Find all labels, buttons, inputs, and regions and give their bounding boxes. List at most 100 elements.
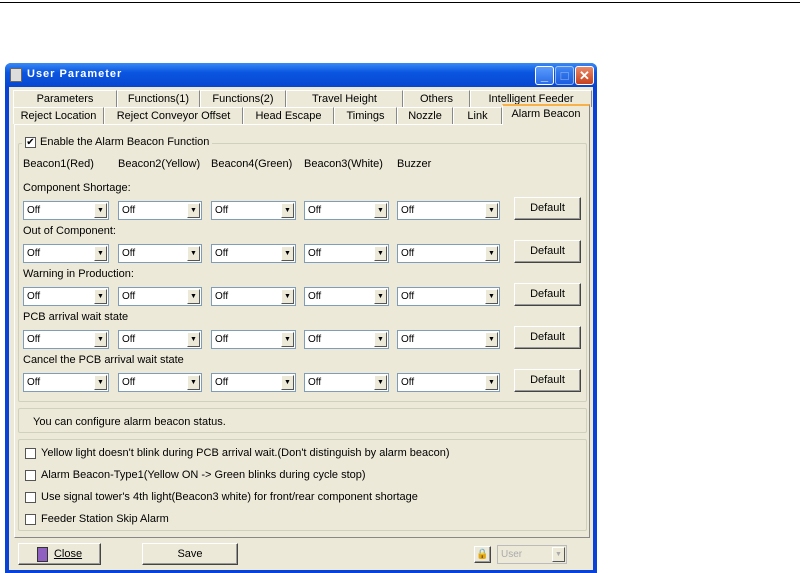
tab-row1[interactable]: Others — [403, 90, 470, 107]
beacon-select[interactable]: Off ▼ — [118, 201, 202, 220]
tab-row2[interactable]: Reject Location — [13, 107, 104, 124]
row-label: Component Shortage: — [23, 182, 131, 194]
default-button[interactable]: Default — [514, 326, 581, 349]
option-checkbox-row[interactable]: Yellow light doesn't blink during PCB ar… — [25, 447, 450, 459]
save-label: Save — [177, 548, 203, 560]
beacon-select[interactable]: Off ▼ — [397, 201, 500, 220]
tab-label: Link — [467, 110, 488, 122]
status-text: You can configure alarm beacon status. — [33, 416, 226, 428]
select-value: Off — [401, 205, 415, 216]
option-label: Use signal tower's 4th light(Beacon3 whi… — [41, 491, 418, 503]
option-checkbox-row[interactable]: Use signal tower's 4th light(Beacon3 whi… — [25, 491, 418, 503]
tab-row2-selected[interactable]: Alarm Beacon — [502, 104, 590, 125]
enable-checkbox[interactable]: ✔ — [25, 136, 36, 148]
enable-label: Enable the Alarm Beacon Function — [40, 136, 210, 148]
tab-row2[interactable]: Head Escape — [243, 107, 334, 124]
chevron-down-icon: ▼ — [281, 332, 294, 347]
chevron-down-icon: ▼ — [187, 246, 200, 261]
beacon-select[interactable]: Off ▼ — [304, 244, 389, 263]
chevron-down-icon: ▼ — [187, 332, 200, 347]
select-value: Off — [308, 205, 322, 216]
beacon-select[interactable]: Off ▼ — [211, 201, 296, 220]
select-value: Off — [308, 334, 322, 345]
beacon-select[interactable]: Off ▼ — [23, 330, 109, 349]
select-value: Off — [215, 291, 229, 302]
default-button[interactable]: Default — [514, 197, 581, 220]
tab-row1[interactable]: Travel Height — [286, 90, 403, 107]
tab-row2[interactable]: Link — [453, 107, 502, 124]
save-button[interactable]: Save — [142, 543, 238, 565]
chevron-down-icon: ▼ — [374, 203, 387, 218]
page-rule — [0, 2, 800, 3]
tab-row1[interactable]: Functions(2) — [200, 90, 286, 107]
default-button[interactable]: Default — [514, 369, 581, 392]
chevron-down-icon: ▼ — [374, 246, 387, 261]
close-button[interactable]: Close — [18, 543, 101, 565]
chevron-down-icon: ▼ — [485, 246, 498, 261]
tab-row1[interactable]: Functions(1) — [117, 90, 200, 107]
column-header: Beacon2(Yellow) — [118, 158, 201, 170]
lock-icon[interactable]: 🔒 — [474, 546, 491, 563]
enable-alarm-beacon[interactable]: ✔ Enable the Alarm Beacon Function — [22, 136, 213, 148]
minimize-button[interactable]: _ — [535, 66, 554, 85]
option-checkbox[interactable] — [25, 491, 36, 503]
beacon-select[interactable]: Off ▼ — [23, 201, 109, 220]
beacon-select[interactable]: Off ▼ — [211, 330, 296, 349]
select-value: Off — [308, 291, 322, 302]
beacon-select[interactable]: Off ▼ — [23, 287, 109, 306]
select-value: Off — [27, 291, 41, 302]
close-label: Close — [53, 548, 83, 560]
default-label: Default — [530, 374, 565, 386]
chevron-down-icon: ▼ — [485, 375, 498, 390]
tab-label: Parameters — [36, 93, 94, 105]
beacon-select[interactable]: Off ▼ — [304, 201, 389, 220]
title-bar[interactable]: User Parameter — [5, 63, 597, 87]
beacon-select[interactable]: Off ▼ — [211, 373, 296, 392]
row-label: PCB arrival wait state — [23, 311, 129, 323]
maximize-button[interactable]: □ — [555, 66, 574, 85]
beacon-select[interactable]: Off ▼ — [304, 287, 389, 306]
chevron-down-icon: ▼ — [94, 246, 107, 261]
beacon-select[interactable]: Off ▼ — [304, 330, 389, 349]
user-level-select[interactable]: User ▼ — [497, 545, 567, 564]
chevron-down-icon: ▼ — [94, 203, 107, 218]
chevron-down-icon: ▼ — [187, 375, 200, 390]
beacon-select[interactable]: Off ▼ — [304, 373, 389, 392]
column-header: Beacon1(Red) — [23, 158, 94, 170]
column-header: Beacon3(White) — [304, 158, 383, 170]
option-checkbox-row[interactable]: Alarm Beacon-Type1(Yellow ON -> Green bl… — [25, 469, 366, 481]
select-value: Off — [401, 291, 415, 302]
option-checkbox[interactable] — [25, 469, 36, 481]
select-value: Off — [401, 334, 415, 345]
default-label: Default — [530, 331, 565, 343]
beacon-select[interactable]: Off ▼ — [23, 244, 109, 263]
tab-row2[interactable]: Reject Conveyor Offset — [104, 107, 243, 124]
default-button[interactable]: Default — [514, 240, 581, 263]
app-icon — [10, 68, 22, 82]
row-label: Out of Component: — [23, 225, 116, 237]
beacon-select[interactable]: Off ▼ — [118, 287, 202, 306]
option-checkbox[interactable] — [25, 447, 36, 459]
beacon-select[interactable]: Off ▼ — [397, 244, 500, 263]
beacon-select[interactable]: Off ▼ — [118, 330, 202, 349]
beacon-select[interactable]: Off ▼ — [23, 373, 109, 392]
beacon-select[interactable]: Off ▼ — [397, 373, 500, 392]
beacon-select[interactable]: Off ▼ — [118, 244, 202, 263]
option-checkbox[interactable] — [25, 513, 36, 525]
tab-row2[interactable]: Timings — [334, 107, 397, 124]
beacon-select[interactable]: Off ▼ — [397, 330, 500, 349]
tab-row1[interactable]: Parameters — [13, 90, 117, 107]
beacon-select[interactable]: Off ▼ — [397, 287, 500, 306]
default-label: Default — [530, 288, 565, 300]
option-checkbox-row[interactable]: Feeder Station Skip Alarm — [25, 513, 169, 525]
beacon-select[interactable]: Off ▼ — [118, 373, 202, 392]
beacon-select[interactable]: Off ▼ — [211, 287, 296, 306]
beacon-select[interactable]: Off ▼ — [211, 244, 296, 263]
select-value: Off — [215, 205, 229, 216]
chevron-down-icon: ▼ — [552, 547, 565, 562]
tab-row2[interactable]: Nozzle — [397, 107, 453, 124]
chevron-down-icon: ▼ — [94, 375, 107, 390]
chevron-down-icon: ▼ — [281, 203, 294, 218]
default-button[interactable]: Default — [514, 283, 581, 306]
close-window-button[interactable]: ✕ — [575, 66, 594, 85]
